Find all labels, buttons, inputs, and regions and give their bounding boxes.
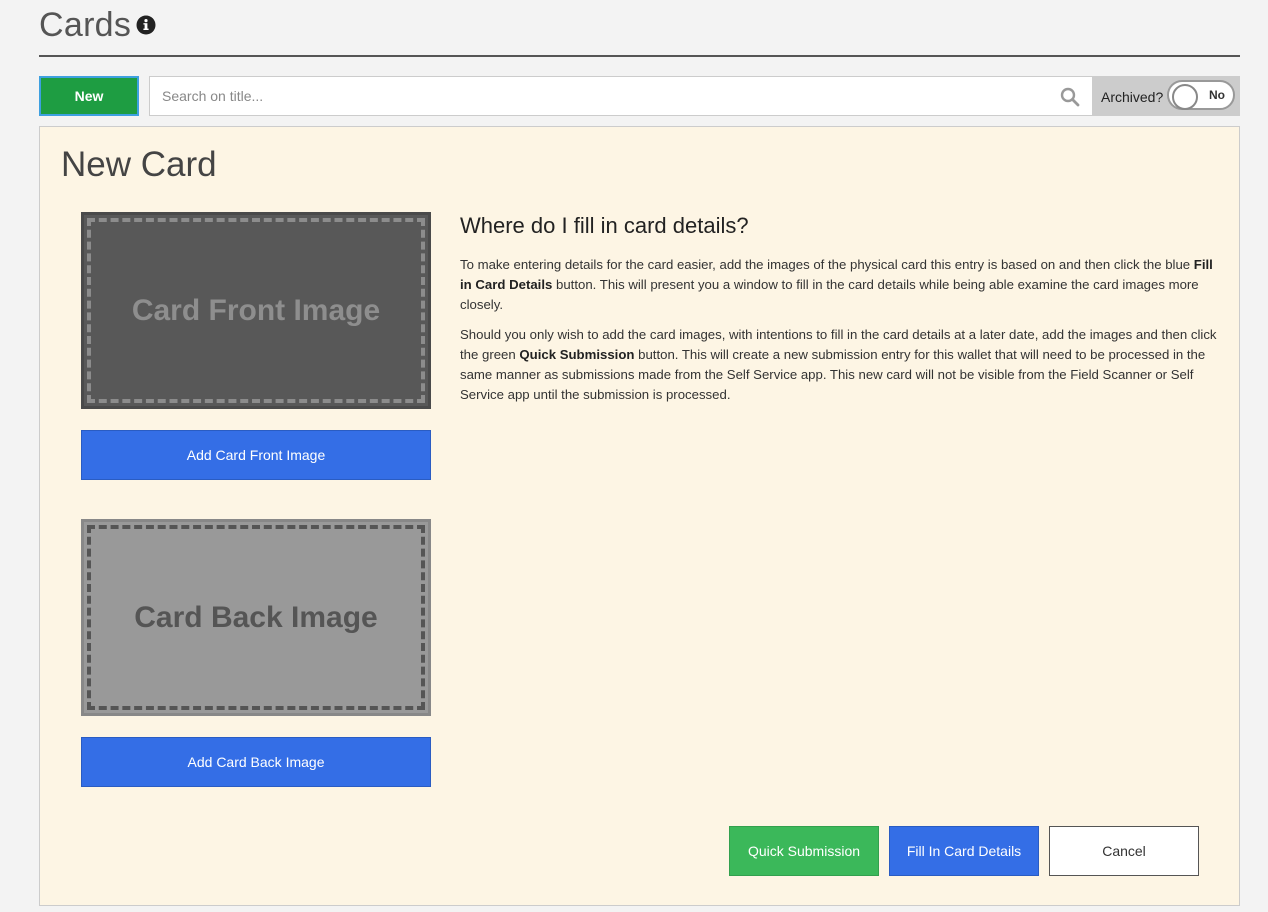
archived-filter: Archived? No xyxy=(1093,76,1240,116)
new-button[interactable]: New xyxy=(39,76,139,116)
search-icon[interactable] xyxy=(1060,87,1080,107)
search-input[interactable] xyxy=(150,77,1074,115)
help-paragraph-1: To make entering details for the card ea… xyxy=(460,257,1213,312)
archived-toggle-text: No xyxy=(1209,88,1225,102)
toolbar: New Archived? No xyxy=(39,76,1240,116)
card-back-placeholder-text: Card Back Image xyxy=(134,600,378,634)
search-box xyxy=(149,76,1093,116)
help-section: Where do I fill in card details? To make… xyxy=(460,213,1220,415)
info-circle-icon[interactable] xyxy=(136,15,156,35)
help-title: Where do I fill in card details? xyxy=(460,213,749,238)
archived-label: Archived? xyxy=(1101,89,1164,105)
card-back-image-placeholder[interactable]: Card Back Image xyxy=(81,519,431,716)
panel-title: New Card xyxy=(61,145,217,184)
add-card-back-image-button[interactable]: Add Card Back Image xyxy=(81,737,431,787)
quick-submission-button[interactable]: Quick Submission xyxy=(729,826,879,876)
card-front-image-placeholder[interactable]: Card Front Image xyxy=(81,212,431,409)
archived-toggle[interactable]: No xyxy=(1167,80,1235,110)
toggle-knob xyxy=(1172,84,1198,110)
fill-in-card-details-button[interactable]: Fill In Card Details xyxy=(889,826,1039,876)
card-front-placeholder-text: Card Front Image xyxy=(131,293,381,327)
help-paragraph-2: Should you only wish to add the card ima… xyxy=(460,327,1217,402)
page-header: Cards xyxy=(39,0,1240,57)
new-card-panel: New Card Card Front Image Add Card Front… xyxy=(39,126,1240,906)
cancel-button[interactable]: Cancel xyxy=(1049,826,1199,876)
add-card-front-image-button[interactable]: Add Card Front Image xyxy=(81,430,431,480)
page-title: Cards xyxy=(39,6,132,44)
